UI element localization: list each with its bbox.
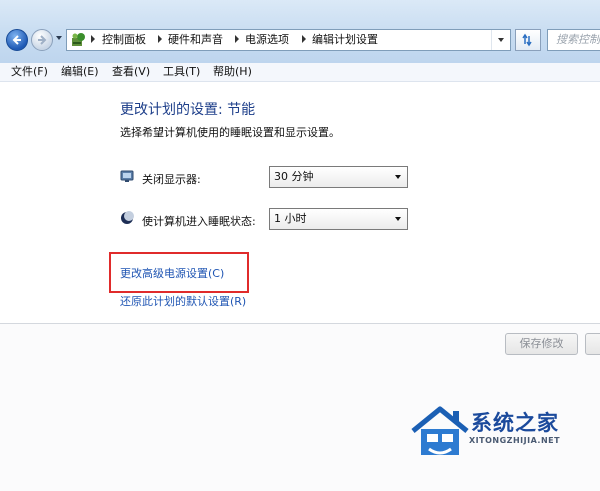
breadcrumb-separator-icon [158, 35, 162, 43]
page-title: 更改计划的设置: 节能 [120, 102, 256, 118]
search-input[interactable]: 搜索控制… [547, 29, 600, 51]
forward-arrow-icon [38, 35, 47, 45]
advanced-power-settings-link[interactable]: 更改高级电源设置(C) [120, 265, 224, 281]
recent-pages-dropdown[interactable] [56, 36, 62, 40]
watermark-url: XITONGZHIJIA.NET [469, 436, 561, 445]
menu-file[interactable]: 文件(F) [11, 64, 48, 79]
restore-defaults-link[interactable]: 还原此计划的默认设置(R) [120, 293, 246, 309]
address-bar[interactable]: 控制面板 硬件和声音 电源选项 编辑计划设置 [66, 29, 511, 51]
menu-help[interactable]: 帮助(H) [213, 64, 252, 79]
breadcrumb-control-panel[interactable]: 控制面板 [102, 33, 146, 47]
save-changes-button[interactable]: 保存修改 [505, 333, 578, 355]
breadcrumb-separator-icon [235, 35, 239, 43]
address-dropdown[interactable] [491, 30, 510, 50]
breadcrumb-power-options[interactable]: 电源选项 [245, 33, 289, 47]
breadcrumb-hardware-sound[interactable]: 硬件和声音 [168, 33, 223, 47]
breadcrumb-separator-icon [91, 35, 95, 43]
menu-view[interactable]: 查看(V) [112, 64, 150, 79]
house-logo-icon [411, 406, 469, 455]
page-subtitle: 选择希望计算机使用的睡眠设置和显示设置。 [120, 126, 340, 139]
watermark: 系统之家 XITONGZHIJIA.NET [409, 401, 600, 469]
cancel-button[interactable] [585, 333, 600, 355]
refresh-icon [522, 33, 532, 47]
display-icon [120, 170, 134, 182]
menu-bar: 文件(F) 编辑(E) 查看(V) 工具(T) 帮助(H) [0, 63, 600, 82]
menu-edit[interactable]: 编辑(E) [61, 64, 99, 79]
refresh-button[interactable] [515, 29, 541, 51]
forward-button[interactable] [31, 29, 53, 51]
back-arrow-icon [12, 35, 21, 45]
sleep-select[interactable]: 1 小时 [269, 208, 408, 230]
control-panel-icon [72, 33, 85, 46]
title-bar: 控制面板 硬件和声音 电源选项 编辑计划设置 搜索控制… [0, 0, 600, 63]
display-off-select[interactable]: 30 分钟 [269, 166, 408, 188]
display-off-label: 关闭显示器: [142, 173, 201, 186]
watermark-text: 系统之家 [471, 411, 559, 435]
sleep-label: 使计算机进入睡眠状态: [142, 215, 256, 228]
menu-tools[interactable]: 工具(T) [163, 64, 200, 79]
moon-icon [121, 211, 134, 224]
breadcrumb-edit-plan-settings[interactable]: 编辑计划设置 [312, 33, 378, 47]
breadcrumb-separator-icon [302, 35, 306, 43]
back-button[interactable] [6, 29, 28, 51]
